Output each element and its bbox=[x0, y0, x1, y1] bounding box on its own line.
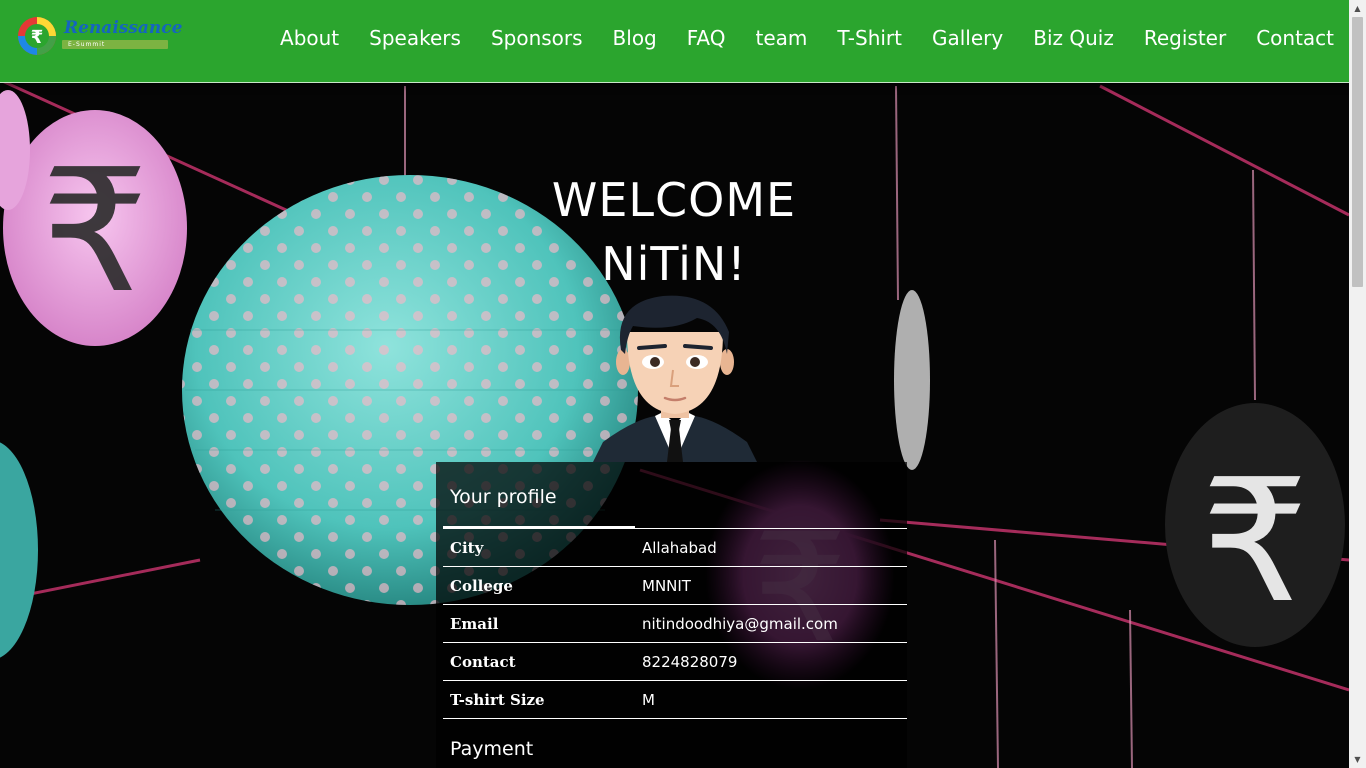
nav-team[interactable]: team bbox=[756, 26, 808, 50]
table-row: T-shirt Size M bbox=[443, 680, 907, 719]
table-row: Email nitindoodhiya@gmail.com bbox=[443, 604, 907, 643]
contact-label: Contact bbox=[443, 642, 635, 681]
college-value: MNNIT bbox=[635, 566, 907, 605]
profile-title: Your profile bbox=[450, 486, 557, 508]
main-nav: About Speakers Sponsors Blog FAQ team T-… bbox=[250, 0, 1334, 76]
nav-register[interactable]: Register bbox=[1144, 26, 1226, 50]
nav-contact[interactable]: Contact bbox=[1256, 26, 1334, 50]
nav-sponsors[interactable]: Sponsors bbox=[491, 26, 583, 50]
table-row: City Allahabad bbox=[443, 528, 907, 567]
city-value: Allahabad bbox=[635, 528, 907, 567]
svg-text:₹: ₹ bbox=[31, 27, 44, 48]
welcome-heading: WELCOME NiTiN! bbox=[474, 170, 874, 298]
college-label: College bbox=[443, 566, 635, 605]
page-scrollbar[interactable]: ▲ ▼ bbox=[1349, 0, 1366, 768]
profile-table: City Allahabad College MNNIT Email nitin… bbox=[443, 528, 907, 719]
nav-gallery[interactable]: Gallery bbox=[932, 26, 1003, 50]
contact-value: 8224828079 bbox=[635, 642, 907, 681]
svg-text:₹: ₹ bbox=[1201, 443, 1309, 641]
email-value: nitindoodhiya@gmail.com bbox=[635, 604, 907, 643]
brand-name: Renaissance bbox=[64, 18, 183, 38]
brand-tagline: E-Summit bbox=[68, 41, 106, 48]
user-name: NiTiN! bbox=[601, 237, 747, 291]
tshirt-size-label: T-shirt Size bbox=[443, 680, 635, 719]
email-label: Email bbox=[443, 604, 635, 643]
welcome-text: WELCOME bbox=[551, 173, 797, 227]
top-navbar: ₹ Renaissance E-Summit About Speakers Sp… bbox=[0, 0, 1349, 83]
scroll-up-arrow-icon[interactable]: ▲ bbox=[1349, 0, 1366, 17]
svg-text:₹: ₹ bbox=[41, 133, 149, 331]
nav-speakers[interactable]: Speakers bbox=[369, 26, 461, 50]
user-avatar bbox=[593, 292, 757, 462]
nav-biz-quiz[interactable]: Biz Quiz bbox=[1033, 26, 1114, 50]
avatar-man-icon bbox=[593, 295, 757, 462]
table-row: Contact 8224828079 bbox=[443, 642, 907, 681]
nav-about[interactable]: About bbox=[280, 26, 339, 50]
tshirt-size-value: M bbox=[635, 680, 907, 719]
nav-tshirt[interactable]: T-Shirt bbox=[837, 26, 902, 50]
payment-heading: Payment bbox=[450, 738, 534, 760]
nav-blog[interactable]: Blog bbox=[613, 26, 657, 50]
profile-card: Your profile City Allahabad College MNNI… bbox=[436, 462, 907, 768]
nav-faq[interactable]: FAQ bbox=[687, 26, 726, 50]
renaissance-logo[interactable]: ₹ Renaissance E-Summit bbox=[16, 14, 182, 60]
scrollbar-thumb[interactable] bbox=[1352, 17, 1363, 287]
city-label: City bbox=[443, 528, 635, 567]
scroll-down-arrow-icon[interactable]: ▼ bbox=[1349, 751, 1366, 768]
table-row: College MNNIT bbox=[443, 566, 907, 605]
